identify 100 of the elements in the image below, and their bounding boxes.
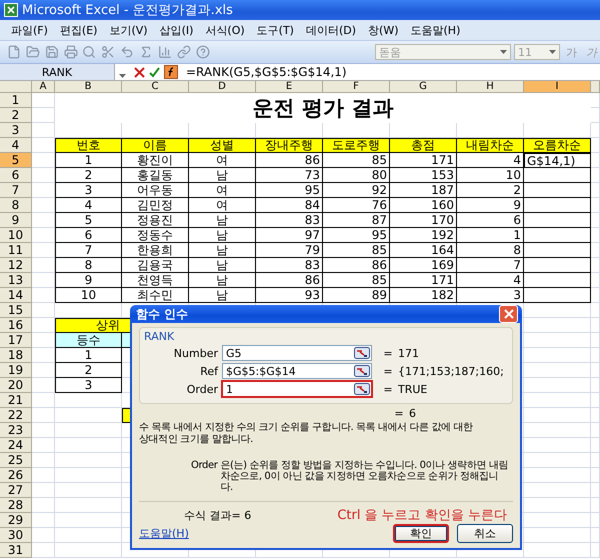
menu-item[interactable]: 파일(F) bbox=[6, 22, 53, 38]
menu-item[interactable]: 서식(O) bbox=[200, 22, 250, 38]
empty-cell bbox=[524, 348, 591, 363]
help-icon[interactable] bbox=[194, 44, 210, 60]
column-header[interactable]: A bbox=[32, 81, 55, 93]
column-header[interactable]: F bbox=[323, 81, 390, 93]
row-header[interactable]: 20 bbox=[0, 378, 32, 393]
table-cell: 4 bbox=[55, 198, 122, 213]
menu-item[interactable]: 도구(T) bbox=[252, 22, 299, 38]
menu-item[interactable]: 도움말(H) bbox=[406, 22, 466, 38]
table-cell: 김용국 bbox=[122, 258, 189, 273]
column-header[interactable]: I bbox=[524, 81, 591, 93]
collapse-dialog-icon[interactable] bbox=[354, 383, 370, 395]
link-icon[interactable] bbox=[176, 44, 192, 60]
column-header[interactable]: G bbox=[390, 81, 457, 93]
row-header[interactable]: 25 bbox=[0, 453, 32, 468]
row-header[interactable]: 27 bbox=[0, 483, 32, 498]
row-header[interactable]: 16 bbox=[0, 318, 32, 333]
search-icon[interactable] bbox=[81, 44, 98, 60]
table-cell: 2 bbox=[55, 168, 122, 183]
row-header[interactable]: 12 bbox=[0, 258, 32, 273]
row-header[interactable]: 19 bbox=[0, 363, 32, 378]
close-button[interactable] bbox=[499, 305, 518, 323]
row-header[interactable]: 7 bbox=[0, 183, 32, 198]
empty-cell bbox=[591, 513, 600, 528]
row-header[interactable]: 18 bbox=[0, 348, 32, 363]
row-header[interactable]: 24 bbox=[0, 438, 32, 453]
editing-cell[interactable]: G$14,1) bbox=[524, 153, 591, 168]
row-header[interactable]: 26 bbox=[0, 468, 32, 483]
column-header[interactable]: C bbox=[122, 81, 189, 93]
row-header[interactable]: 31 bbox=[0, 543, 32, 558]
table-cell: 192 bbox=[390, 228, 457, 243]
row-header[interactable]: 13 bbox=[0, 273, 32, 288]
row-header[interactable]: 17 bbox=[0, 333, 32, 348]
printer-icon[interactable] bbox=[62, 44, 78, 60]
collapse-dialog-icon[interactable] bbox=[354, 365, 370, 377]
dialog-button[interactable]: 확인 bbox=[393, 524, 449, 543]
row-header[interactable]: 4 bbox=[0, 138, 32, 153]
table-cell: 187 bbox=[390, 183, 457, 198]
empty-cell bbox=[524, 363, 591, 378]
menu-item[interactable]: 데이터(D) bbox=[300, 22, 362, 38]
table-cell: 남 bbox=[189, 288, 256, 303]
new-file-icon[interactable] bbox=[6, 44, 22, 60]
row-header[interactable]: 22 bbox=[0, 408, 32, 423]
bar-chart-icon[interactable] bbox=[156, 44, 173, 60]
collapse-dialog-icon[interactable] bbox=[354, 347, 370, 359]
table-cell: 3 bbox=[55, 183, 122, 198]
table-cell: 남 bbox=[189, 273, 256, 288]
row-header[interactable]: 30 bbox=[0, 528, 32, 543]
row-header[interactable]: 15 bbox=[0, 303, 32, 318]
row-header[interactable]: 6 bbox=[0, 168, 32, 183]
check-icon[interactable] bbox=[149, 66, 160, 78]
column-header[interactable]: D bbox=[189, 81, 256, 93]
row-header[interactable]: 14 bbox=[0, 288, 32, 303]
column-header[interactable]: B bbox=[55, 81, 122, 93]
menu-item[interactable]: 보기(V) bbox=[104, 22, 153, 38]
summary-title-cell: 상위 bbox=[55, 318, 122, 333]
folder-icon[interactable] bbox=[24, 44, 41, 60]
empty-cell bbox=[524, 408, 591, 423]
row-header[interactable]: 10 bbox=[0, 228, 32, 243]
menu-item[interactable]: 창(W) bbox=[363, 22, 404, 38]
table-cell: 5 bbox=[55, 213, 122, 228]
table-cell: 6 bbox=[55, 228, 122, 243]
row-header[interactable]: 5 bbox=[0, 153, 32, 168]
row-header[interactable]: 3 bbox=[0, 123, 32, 138]
help-link[interactable]: 도움말(H) bbox=[139, 526, 189, 541]
name-box[interactable]: RANK bbox=[0, 64, 115, 80]
argument-help-text: 은(는) 순위를 정할 방법을 지정하는 수입니다. 0이나 생략하면 내림차순으로, 0이 아닌 값을 지정하면 오름차순으로 순위가 정해집니다. bbox=[220, 460, 509, 493]
column-header[interactable]: E bbox=[256, 81, 323, 93]
table-cell: 92 bbox=[323, 183, 390, 198]
column-header[interactable] bbox=[591, 81, 600, 93]
table-cell: 3 bbox=[457, 288, 524, 303]
save-icon[interactable] bbox=[44, 44, 60, 60]
cancel-icon[interactable] bbox=[134, 66, 145, 78]
table-cell: 153 bbox=[390, 168, 457, 183]
select-all-corner[interactable] bbox=[0, 81, 32, 93]
row-header[interactable]: 23 bbox=[0, 423, 32, 438]
row-header[interactable]: 9 bbox=[0, 213, 32, 228]
insert-function-button[interactable] bbox=[164, 65, 178, 79]
argument-field[interactable]: $G$5:$G$14 bbox=[222, 363, 372, 379]
close-icon bbox=[504, 309, 514, 319]
header-cell: 이름 bbox=[122, 138, 189, 153]
argument-field[interactable]: 1 bbox=[222, 381, 372, 397]
row-header[interactable]: 11 bbox=[0, 243, 32, 258]
row-header[interactable]: 2 bbox=[0, 108, 32, 123]
menu-item[interactable]: 편집(E) bbox=[54, 22, 102, 38]
row-header[interactable]: 28 bbox=[0, 498, 32, 513]
empty-cell bbox=[591, 348, 600, 363]
table-cell: 어우동 bbox=[122, 183, 189, 198]
row-header[interactable]: 29 bbox=[0, 513, 32, 528]
summary-header-cell: 등수 bbox=[55, 333, 122, 348]
row-header[interactable]: 21 bbox=[0, 393, 32, 408]
menu-item[interactable]: 삽입(I) bbox=[154, 22, 198, 38]
sheet-title: 운전 평가 결과 bbox=[55, 93, 591, 123]
formula-text[interactable]: =RANK(G5,$G$5:$G$14,1) bbox=[186, 65, 347, 79]
argument-field[interactable]: G5 bbox=[222, 345, 372, 361]
dialog-button[interactable]: 취소 bbox=[457, 524, 513, 543]
row-header[interactable]: 1 bbox=[0, 93, 32, 108]
row-header[interactable]: 8 bbox=[0, 198, 32, 213]
column-header[interactable]: H bbox=[457, 81, 524, 93]
